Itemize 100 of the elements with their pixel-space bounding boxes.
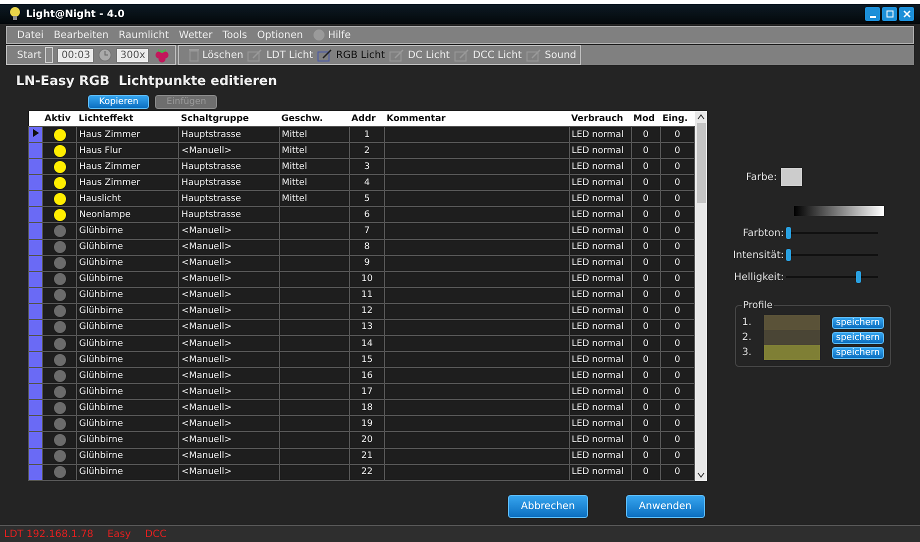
table-cell [279,336,350,352]
table-cell: LED normal [569,190,632,207]
column-header[interactable]: Aktiv [42,111,77,126]
table-cell: Hauptstrasse [178,174,280,191]
table-cell [279,255,350,272]
dropdown-button[interactable] [45,47,54,63]
status-dot[interactable] [54,208,66,221]
status-dot[interactable] [54,160,66,173]
toolbar-button[interactable]: Löschen [189,48,244,62]
time-field[interactable]: 00:03 [57,48,94,62]
save-button[interactable]: speichern [832,316,884,328]
status-dot[interactable] [54,434,66,446]
table-cell [279,432,350,448]
column-header[interactable]: Geschw. [279,111,350,126]
table-cell: Glühbirne [76,303,179,320]
status-dot[interactable] [54,289,66,302]
save-button[interactable]: speichern [832,332,884,344]
status-dot[interactable] [54,450,66,462]
toolbar-button[interactable]: Sound [526,48,576,62]
action-button[interactable]: Kopieren [88,95,150,109]
table-cell: LED normal [569,319,632,336]
table-cell: Mittel [279,190,350,207]
table-cell: 7 [349,222,385,240]
column-header[interactable]: Schaltgruppe [178,111,280,126]
table-cell: 0 [660,126,694,143]
table-cell: LED normal [569,368,632,384]
dialog-button[interactable]: Anwenden [626,495,705,518]
status-dot[interactable] [54,273,66,286]
color-swatch [780,168,802,186]
status-dot[interactable] [54,128,66,141]
table-cell: 19 [349,416,385,432]
table-cell: 15 [349,352,385,368]
status-dot[interactable] [54,321,66,334]
column-header[interactable]: Mod [631,111,660,126]
column-header[interactable]: Verbrauch [569,111,632,126]
status-dot[interactable] [54,176,66,189]
speed-field[interactable]: 300x [116,48,150,62]
status-dot[interactable] [54,144,66,157]
status-dot[interactable] [54,466,66,478]
table-cell: 0 [631,368,660,384]
status-dot[interactable] [54,305,66,318]
status-dot[interactable] [54,257,66,270]
slider-label: Farbton: [742,228,785,238]
save-button[interactable]: speichern [832,346,884,358]
maximize-button[interactable] [882,7,897,21]
table-cell: 0 [631,416,660,432]
table-cell: LED normal [569,448,632,464]
table-cell: 3 [349,158,385,175]
status-dot[interactable] [54,225,66,237]
scrollbar[interactable] [695,111,707,481]
table-cell: LED normal [569,416,632,432]
column-header[interactable]: Eing. [660,111,694,126]
status-dot[interactable] [54,241,66,254]
status-dot[interactable] [54,386,66,398]
window-title: Light@Night - 4.0 [26,8,125,20]
table-cell: Haus Zimmer [76,174,179,191]
status-dot[interactable] [54,338,66,350]
table-cell: 12 [349,303,385,320]
table-cell [279,222,350,240]
slider-thumb[interactable] [786,249,791,261]
toolbar-button[interactable]: RGB Licht [317,48,385,62]
dialog-button[interactable]: Abbrechen [508,495,588,518]
table-cell: Glühbirne [76,352,179,368]
edit-icon [388,48,405,62]
close-button[interactable] [899,7,914,21]
table-cell: Hauptstrasse [178,126,280,143]
table-cell: LED normal [569,271,632,288]
status-dot[interactable] [54,354,66,366]
status-dot[interactable] [54,192,66,205]
clock-icon [98,48,112,62]
column-header[interactable]: Lichteffekt [76,111,179,126]
slider-thumb[interactable] [786,227,791,239]
table-cell: 17 [349,384,385,400]
minimize-button[interactable] [865,7,880,21]
scroll-down-icon[interactable] [697,472,705,478]
group-title: Profile [742,300,774,311]
table-cell: Mittel [279,142,350,159]
table-cell: Mittel [279,158,350,175]
table-cell: Hauptstrasse [178,158,280,175]
slider-thumb[interactable] [856,271,861,283]
status-dot[interactable] [54,418,66,430]
table-cell [279,352,350,368]
row-selector[interactable] [28,126,43,143]
toolbar-button[interactable]: DC Licht [388,48,450,62]
table-cell: <Manuell> [178,222,280,240]
scroll-up-icon[interactable] [697,114,705,120]
toolbar-button[interactable]: DCC Licht [454,48,522,62]
status-dot[interactable] [54,402,66,414]
scrollbar-thumb[interactable] [696,123,706,203]
table-cell: 9 [349,255,385,272]
status-dot[interactable] [54,370,66,382]
column-header[interactable]: Kommentar [384,111,570,126]
table-cell: 16 [349,368,385,384]
table-cell: Glühbirne [76,336,179,352]
table-cell: Glühbirne [76,319,179,336]
table-cell: 0 [631,222,660,240]
toolbar-button[interactable]: LDT Licht [247,48,314,62]
table-cell: Glühbirne [76,464,179,480]
column-header[interactable]: Addr [349,111,385,126]
table-cell: <Manuell> [178,303,280,320]
